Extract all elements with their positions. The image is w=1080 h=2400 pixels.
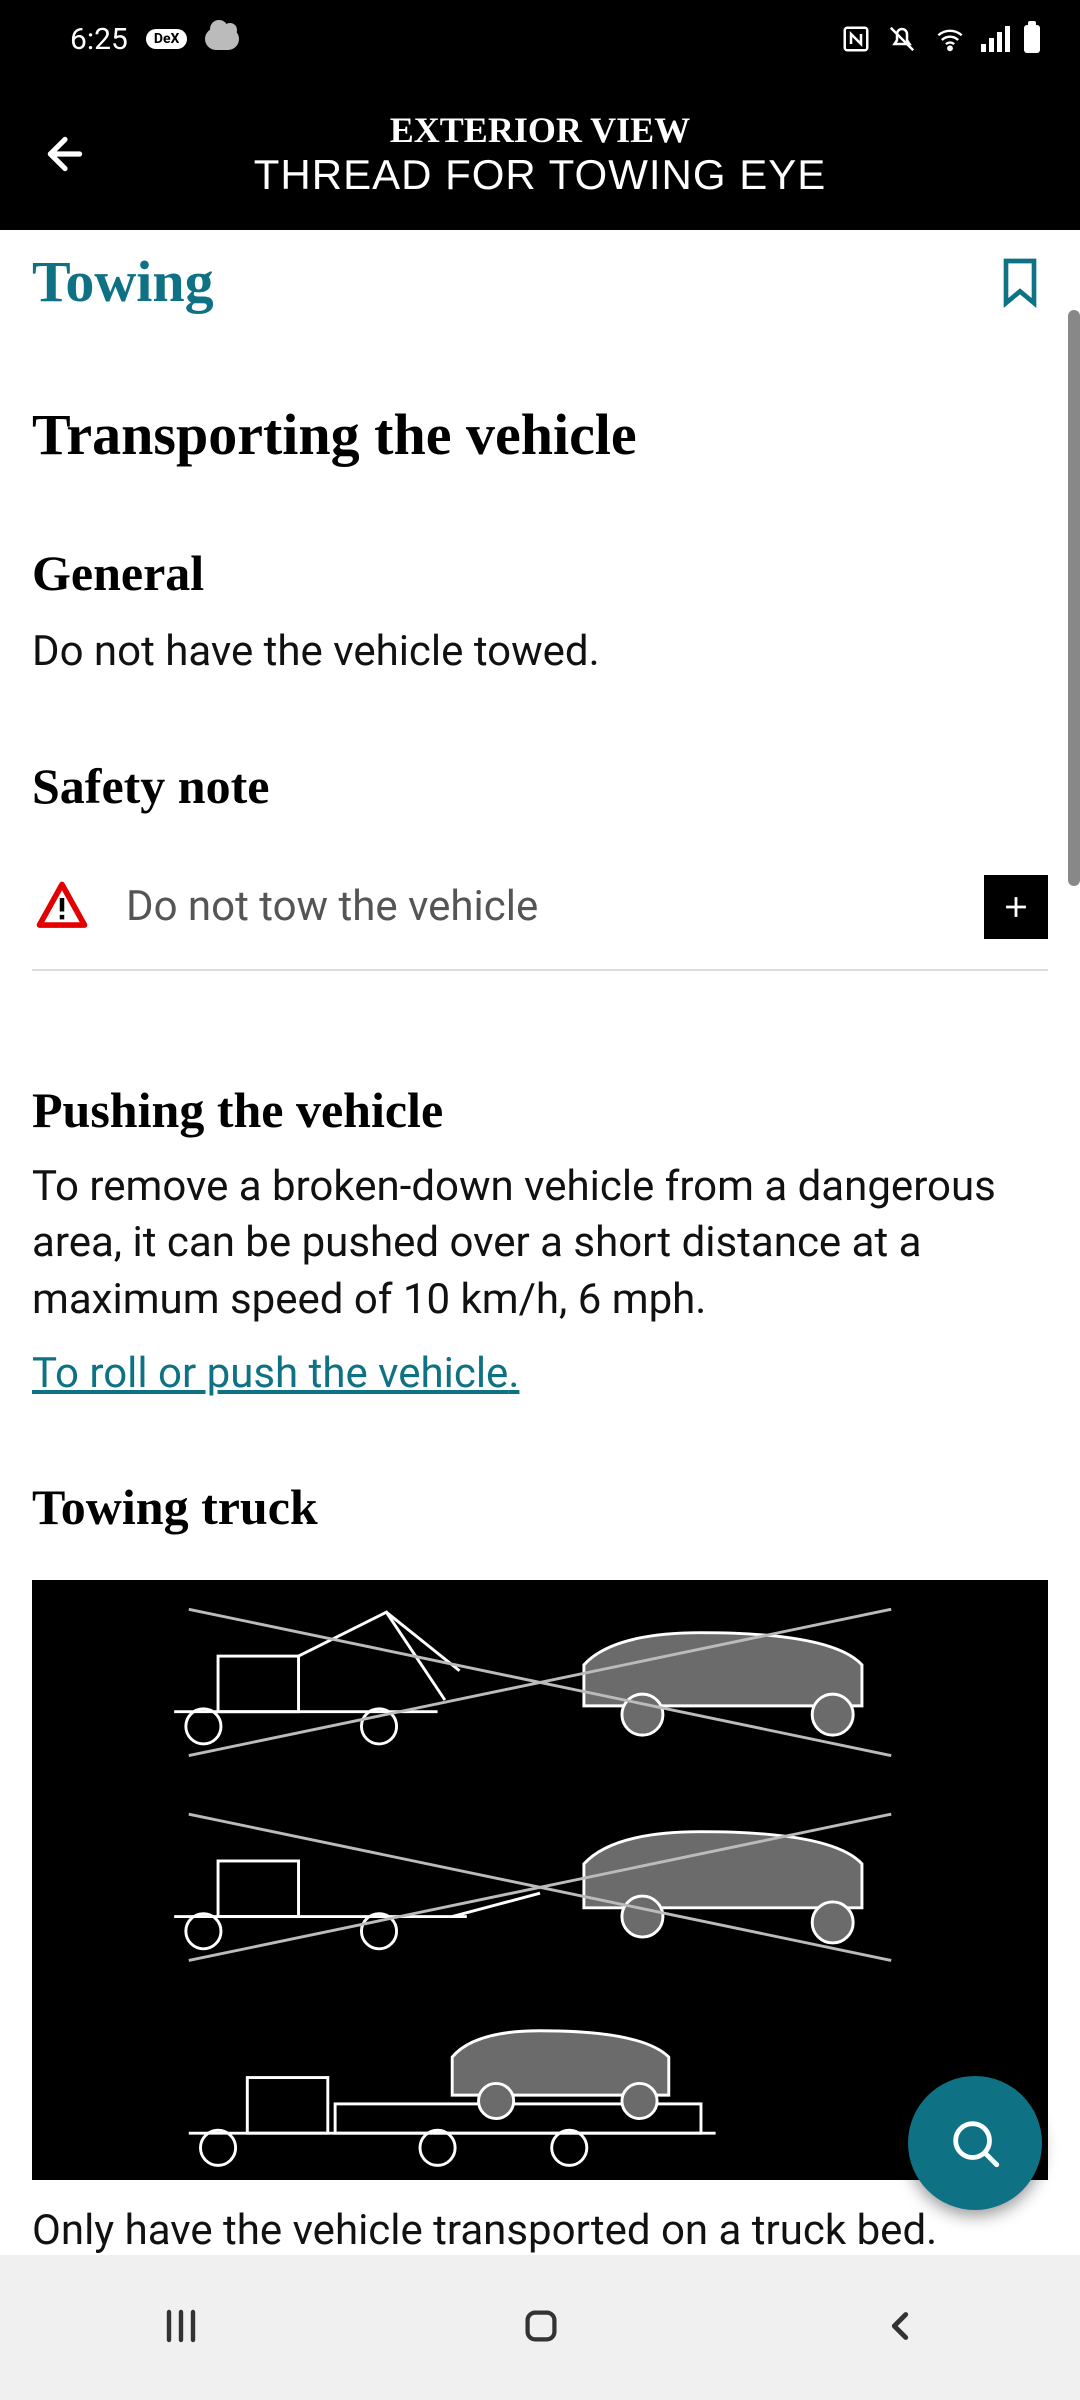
heading-general: General [32, 544, 1048, 602]
signal-icon [981, 26, 1010, 52]
warning-triangle-icon [32, 880, 92, 934]
vibrate-icon [885, 24, 919, 54]
bookmark-icon[interactable] [992, 250, 1048, 314]
home-icon [518, 2303, 564, 2349]
android-nav-bar [0, 2255, 1080, 2400]
search-fab[interactable] [908, 2076, 1042, 2210]
header-breadcrumb: EXTERIOR VIEW [30, 109, 1050, 151]
dex-badge: DeX [146, 29, 188, 49]
section-link-towing[interactable]: Towing [32, 248, 214, 315]
content-area: Towing Transporting the vehicle General … [0, 230, 1080, 2255]
heading-transporting: Transporting the vehicle [32, 401, 1048, 468]
home-button[interactable] [518, 2303, 564, 2353]
status-time: 6:25 [70, 22, 128, 57]
recents-icon [157, 2302, 205, 2350]
cloud-icon [205, 28, 239, 50]
link-roll-or-push[interactable]: To roll or push the vehicle. [32, 1349, 519, 1398]
search-icon [946, 2114, 1004, 2172]
heading-towing-truck: Towing truck [32, 1478, 1048, 1536]
header-titles: EXTERIOR VIEW THREAD FOR TOWING EYE [30, 109, 1050, 199]
scroll-indicator[interactable] [1068, 310, 1080, 886]
chevron-left-icon [877, 2303, 923, 2349]
towing-illustration [32, 1580, 1048, 2180]
heading-safety: Safety note [32, 757, 1048, 815]
header-title: THREAD FOR TOWING EYE [30, 151, 1050, 199]
wifi-icon [933, 25, 967, 53]
safety-note-text: Do not tow the vehicle [126, 882, 950, 931]
plus-icon [999, 890, 1033, 924]
text-general: Do not have the vehicle towed. [32, 624, 1048, 681]
battery-icon [1024, 25, 1040, 53]
recents-button[interactable] [157, 2302, 205, 2354]
nfc-icon [841, 24, 871, 54]
status-right [841, 24, 1040, 54]
towing-truck-diagram-icon [32, 1580, 1048, 2180]
app-header: EXTERIOR VIEW THREAD FOR TOWING EYE [0, 78, 1080, 230]
safety-note-row[interactable]: Do not tow the vehicle [32, 875, 1048, 971]
section-title-row: Towing [32, 230, 1048, 315]
towing-caption: Only have the vehicle transported on a t… [32, 2206, 1048, 2255]
status-bar: 6:25 DeX [0, 0, 1080, 78]
status-left: 6:25 DeX [70, 22, 239, 57]
text-pushing: To remove a broken-down vehicle from a d… [32, 1159, 1048, 1329]
back-nav-button[interactable] [877, 2303, 923, 2353]
heading-pushing: Pushing the vehicle [32, 1081, 1048, 1139]
pushing-section: Pushing the vehicle To remove a broken-d… [32, 1081, 1048, 1398]
link-roll-or-push-text: To roll or push the vehicle [32, 1349, 508, 1398]
expand-button[interactable] [984, 875, 1048, 939]
